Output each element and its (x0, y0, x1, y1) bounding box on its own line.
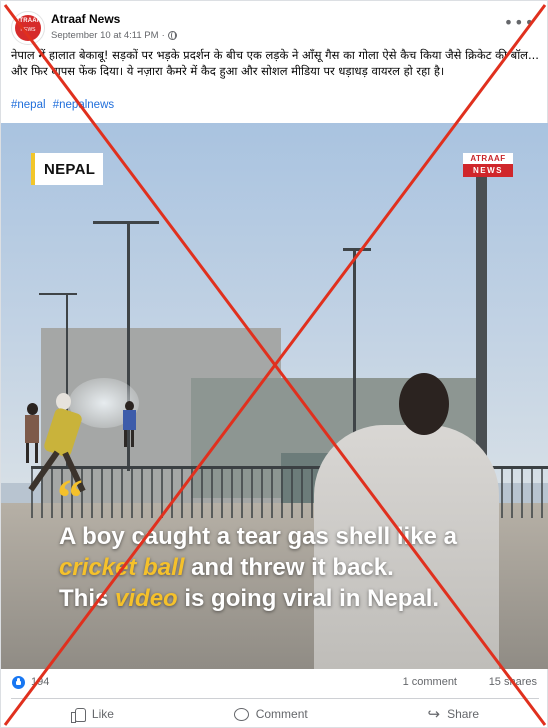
post-timestamp[interactable]: September 10 at 4:11 PM (51, 30, 159, 41)
comment-icon (233, 707, 249, 721)
page-name[interactable]: Atraaf News (51, 12, 120, 26)
overlay-text-segment: and threw it back. (184, 554, 394, 581)
overlay-text-segment: is going viral in Nepal. (177, 585, 440, 612)
overlay-text-segment: A boy caught a tear gas shell like a (59, 523, 457, 550)
hashtags: #nepal #nepalnews (11, 99, 118, 111)
overlay-text-segment: This (59, 585, 116, 612)
quote-icon: “ (57, 470, 83, 527)
street-pole-arm (93, 221, 159, 224)
overlay-text-highlight: video (115, 585, 178, 612)
share-button-label: Share (447, 707, 480, 721)
avatar-text-top: ATRAAF (15, 18, 41, 24)
globe-icon (167, 31, 177, 40)
avatar-text-bottom: NEWS (20, 27, 36, 33)
share-count[interactable]: 15 shares (489, 676, 537, 688)
like-button[interactable]: Like (61, 705, 124, 723)
overlay-text-highlight: cricket ball (59, 554, 185, 581)
channel-logo-bottom: NEWS (463, 164, 513, 177)
post-stats: 194 1 comment 15 shares (11, 673, 539, 693)
video-person (121, 401, 139, 447)
location-tag-text: NEPAL (44, 160, 96, 178)
more-icon[interactable]: ••• (504, 13, 535, 32)
thumb-icon (70, 707, 86, 723)
post-video[interactable]: NEPAL ATRAAF NEWS “ A boy caught a tear … (1, 123, 548, 669)
overlay-line: A boy caught a tear gas shell like a (59, 521, 539, 552)
hashtag-link[interactable]: #nepal (11, 99, 46, 111)
share-icon: ↪ (427, 705, 441, 723)
channel-logo-top: ATRAAF (463, 153, 513, 164)
post-caption: नेपाल में हालात बेकाबू! सड़कों पर भड़के … (11, 48, 539, 78)
like-reaction-icon[interactable] (11, 675, 26, 690)
like-button-label: Like (91, 707, 114, 721)
comment-button-label: Comment (255, 707, 308, 721)
hashtag-link[interactable]: #nepalnews (53, 99, 114, 111)
post-meta: September 10 at 4:11 PM · (51, 30, 177, 41)
meta-separator: · (161, 30, 165, 41)
divider (11, 698, 539, 699)
comment-count[interactable]: 1 comment (403, 676, 457, 688)
facebook-post: ATRAAF NEWS Atraaf News September 10 at … (0, 0, 548, 728)
street-pole-arm (343, 248, 371, 251)
channel-logo: ATRAAF NEWS (463, 153, 513, 177)
street-pole-arm (39, 293, 77, 295)
video-overlay-text: A boy caught a tear gas shell like a cri… (59, 521, 539, 614)
overlay-line: cricket ball and threw it back. (59, 552, 539, 583)
overlay-line: This video is going viral in Nepal. (59, 583, 539, 614)
share-button[interactable]: ↪ Share (417, 705, 489, 724)
post-header: ATRAAF NEWS Atraaf News September 10 at … (9, 9, 539, 45)
avatar[interactable]: ATRAAF NEWS (11, 11, 45, 45)
reaction-count[interactable]: 194 (31, 676, 49, 688)
comment-button[interactable]: Comment (224, 705, 318, 723)
location-tag: NEPAL (31, 153, 104, 185)
action-bar: Like Comment ↪ Share (11, 701, 539, 727)
